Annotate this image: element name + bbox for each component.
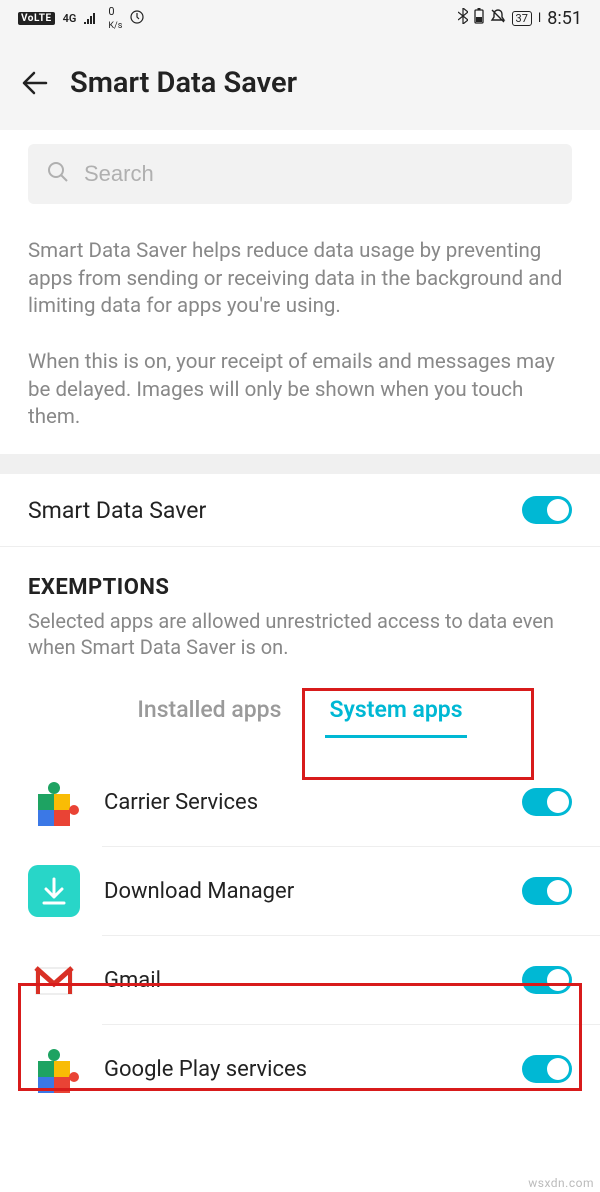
app-list: Carrier Services Download Manager Gmail … <box>0 758 600 1113</box>
app-header: Smart Data Saver <box>0 36 600 130</box>
exemptions-section: EXEMPTIONS Selected apps are allowed unr… <box>0 547 600 660</box>
app-name: Download Manager <box>104 879 498 904</box>
gmail-icon <box>28 954 80 1006</box>
app-switch[interactable] <box>522 1055 572 1083</box>
status-right: 37 ǀ 8:51 <box>458 8 582 29</box>
volte-badge: VoLTE <box>18 12 55 25</box>
battery-saver-icon <box>474 8 484 28</box>
app-switch[interactable] <box>522 788 572 816</box>
app-name: Google Play services <box>104 1057 498 1082</box>
battery-icon: ǀ <box>538 10 541 26</box>
exemptions-heading: EXEMPTIONS <box>28 575 572 600</box>
description-p2: When this is on, your receipt of emails … <box>28 349 572 432</box>
section-divider <box>0 454 600 474</box>
app-name: Carrier Services <box>104 790 498 815</box>
network-type: 4G <box>63 12 77 25</box>
battery-level: 37 <box>512 11 532 26</box>
clock-time: 8:51 <box>547 8 582 29</box>
carrier-services-icon <box>28 776 80 828</box>
signal-icon <box>84 9 100 28</box>
download-manager-icon <box>28 865 80 917</box>
watermark: wsxdn.com <box>528 1176 594 1190</box>
smart-data-saver-switch[interactable] <box>522 496 572 524</box>
search-box[interactable] <box>28 144 572 204</box>
description-p1: Smart Data Saver helps reduce data usage… <box>28 238 572 321</box>
exemptions-subtext: Selected apps are allowed unrestricted a… <box>28 608 572 660</box>
smart-data-saver-label: Smart Data Saver <box>28 497 206 524</box>
tabs: Installed apps System apps <box>0 684 600 738</box>
app-row-google-play-services: Google Play services <box>102 1024 600 1113</box>
app-row-gmail: Gmail <box>102 935 600 1024</box>
description-block: Smart Data Saver helps reduce data usage… <box>0 204 600 454</box>
search-input[interactable] <box>84 161 554 187</box>
tab-installed-apps[interactable]: Installed apps <box>133 684 285 738</box>
search-icon <box>46 160 70 188</box>
status-bar: VoLTE 4G 0K/s 37 ǀ 8:51 <box>0 0 600 36</box>
app-name: Gmail <box>104 968 498 993</box>
app-row-carrier-services: Carrier Services <box>0 758 600 846</box>
bluetooth-icon <box>458 8 468 28</box>
app-row-download-manager: Download Manager <box>102 846 600 935</box>
app-switch[interactable] <box>522 966 572 994</box>
mute-icon <box>490 8 506 28</box>
clock-icon <box>130 9 144 28</box>
speed-indicator: 0K/s <box>108 5 122 31</box>
google-play-services-icon <box>28 1043 80 1095</box>
back-arrow-icon[interactable] <box>20 68 50 98</box>
search-container <box>0 130 600 204</box>
app-switch[interactable] <box>522 877 572 905</box>
tab-system-apps[interactable]: System apps <box>325 684 466 738</box>
status-left: VoLTE 4G 0K/s <box>18 5 144 31</box>
smart-data-saver-toggle-row: Smart Data Saver <box>0 474 600 547</box>
page-title: Smart Data Saver <box>70 66 297 100</box>
